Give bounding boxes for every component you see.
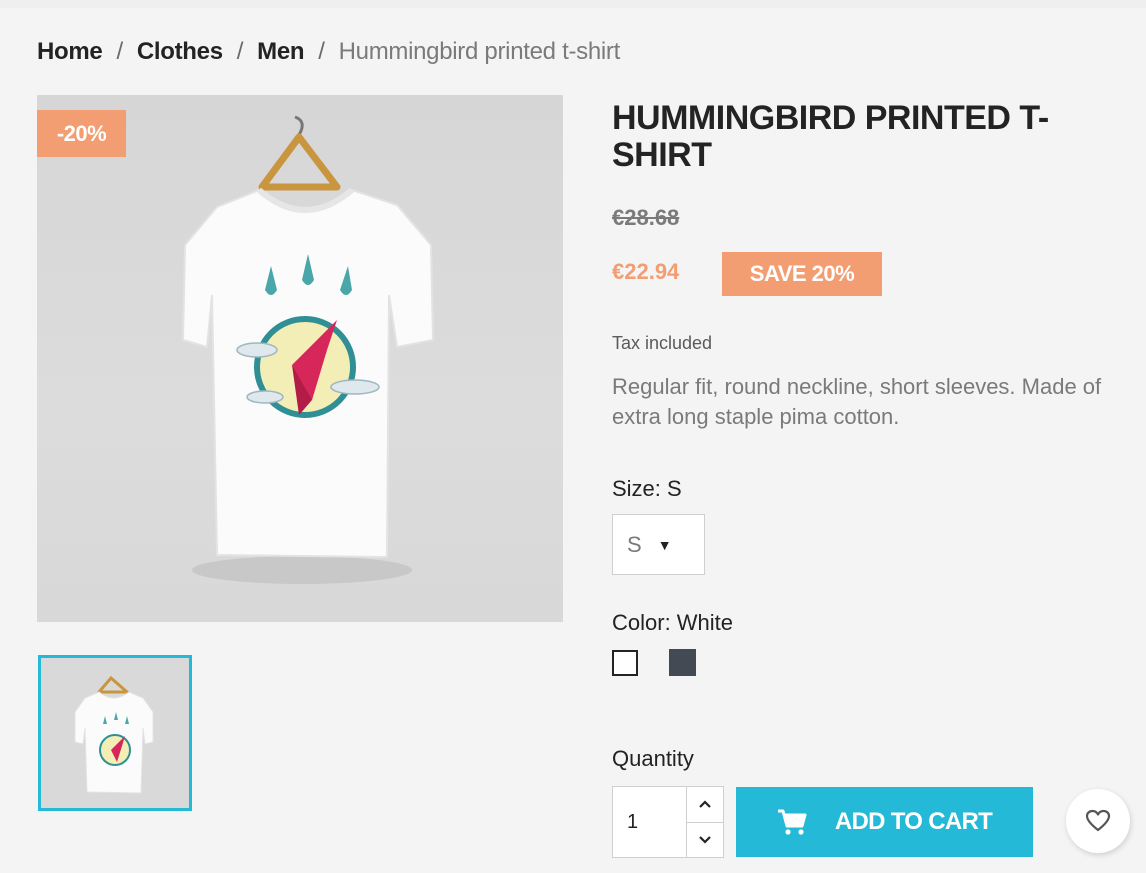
tax-label: Tax included xyxy=(612,333,713,353)
color-label: Color: White xyxy=(612,610,734,635)
color-swatch-dark[interactable] xyxy=(669,649,696,676)
product-title: HUMMINGBIRD PRINTED T-SHIRT xyxy=(612,99,1049,174)
shopping-cart-icon xyxy=(777,809,807,835)
breadcrumb-separator: / xyxy=(318,38,325,65)
chevron-up-icon xyxy=(699,800,711,809)
size-label: Size: S xyxy=(612,476,682,501)
size-select[interactable]: S ▼ xyxy=(612,514,705,575)
quantity-stepper: 1 xyxy=(612,786,724,858)
breadcrumb-clothes[interactable]: Clothes xyxy=(137,38,223,66)
current-price: €22.94 xyxy=(612,259,680,284)
product-thumbnail[interactable] xyxy=(38,655,192,811)
breadcrumb-men[interactable]: Men xyxy=(257,38,304,66)
caret-down-icon: ▼ xyxy=(657,536,672,553)
breadcrumb: Home / Clothes / Men / Hummingbird print… xyxy=(37,38,620,66)
discount-flag: -20% xyxy=(37,110,126,157)
product-main-image[interactable] xyxy=(37,95,563,622)
regular-price: €28.68 xyxy=(612,205,680,230)
breadcrumb-separator: / xyxy=(236,38,244,65)
breadcrumb-separator: / xyxy=(116,38,123,65)
quantity-decrease-button[interactable] xyxy=(687,821,723,858)
chevron-down-icon xyxy=(699,835,711,844)
top-band xyxy=(0,0,1146,8)
quantity-label: Quantity xyxy=(612,746,694,771)
quantity-buttons xyxy=(687,787,723,857)
wishlist-button[interactable] xyxy=(1066,789,1130,853)
size-selected-value: S xyxy=(627,531,642,557)
heart-icon xyxy=(1085,809,1111,832)
add-to-cart-label: ADD TO CART xyxy=(834,808,993,835)
add-to-cart-button[interactable]: ADD TO CART xyxy=(736,787,1033,857)
breadcrumb-home[interactable]: Home xyxy=(37,38,103,66)
color-swatch-white[interactable] xyxy=(612,650,638,676)
quantity-input[interactable]: 1 xyxy=(613,787,687,857)
quantity-increase-button[interactable] xyxy=(687,787,723,822)
save-badge: SAVE 20% xyxy=(722,252,882,296)
tshirt-thumbnail-illustration xyxy=(74,675,154,794)
product-description: Regular fit, round neckline, short sleev… xyxy=(612,374,1102,429)
tshirt-illustration xyxy=(181,115,435,584)
breadcrumb-current: Hummingbird printed t-shirt xyxy=(338,38,621,65)
